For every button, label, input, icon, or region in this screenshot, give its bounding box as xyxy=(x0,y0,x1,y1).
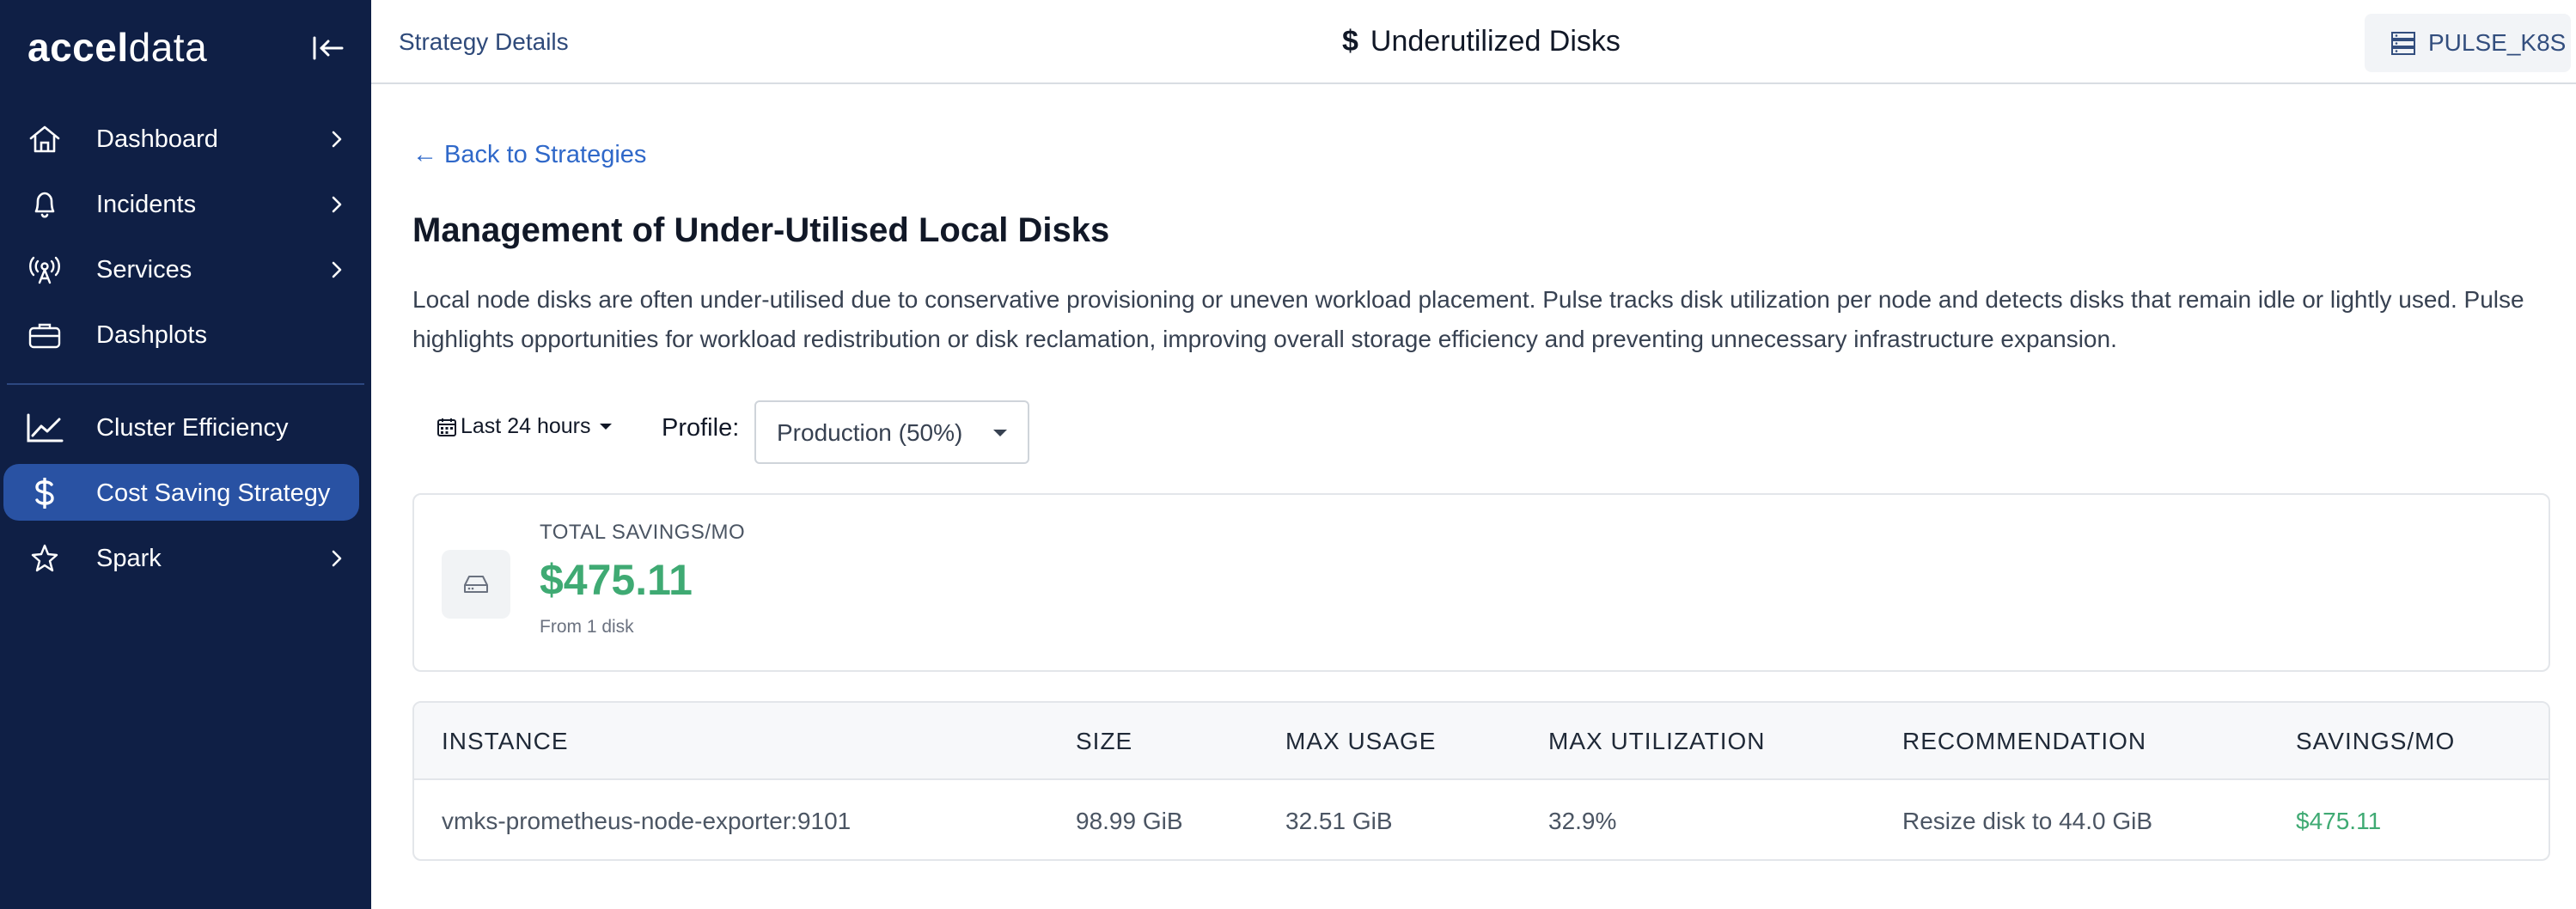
sidebar-item-spark[interactable]: Spark xyxy=(0,526,371,591)
disk-icon-box xyxy=(442,550,510,619)
profile-select[interactable]: Production (50%) xyxy=(754,400,1029,464)
sidebar-item-incidents[interactable]: Incidents xyxy=(0,172,371,237)
total-savings-card: TOTAL SAVINGS/MO $475.11 From 1 disk xyxy=(412,493,2550,672)
cluster-selector[interactable]: PULSE_K8S xyxy=(2365,14,2571,72)
top-header: Strategy Details $ Underutilized Disks PU… xyxy=(371,0,2576,84)
profile-select-value: Production (50%) xyxy=(777,419,963,446)
cell-savings: $475.11 xyxy=(2296,808,2382,834)
sidebar-item-services[interactable]: Services xyxy=(0,237,371,302)
column-header-size[interactable]: SIZE xyxy=(1076,703,1132,780)
cell-recommendation: Resize disk to 44.0 GiB xyxy=(1902,808,2153,834)
sidebar-item-label: Dashplots xyxy=(96,321,207,349)
time-range-dropdown[interactable]: Last 24 hours xyxy=(436,414,612,448)
sidebar-item-label: Services xyxy=(96,256,192,284)
sidebar-item-label: Incidents xyxy=(96,191,197,218)
sidebar-item-cluster-efficiency[interactable]: Cluster Efficiency xyxy=(0,395,371,461)
column-header-instance[interactable]: INSTANCE xyxy=(442,703,569,780)
disks-table: INSTANCE SIZE MAX USAGE MAX UTILIZATION … xyxy=(412,701,2550,861)
sidebar-item-label: Cluster Efficiency xyxy=(96,414,289,442)
column-header-savings[interactable]: SAVINGS/MO xyxy=(2296,703,2455,780)
time-range-label: Last 24 hours xyxy=(461,414,591,438)
chevron-right-icon xyxy=(332,131,342,148)
cell-instance: vmks-prometheus-node-exporter:9101 xyxy=(442,808,852,834)
antenna-icon xyxy=(29,256,60,284)
spark-icon xyxy=(31,544,58,572)
chevron-right-icon xyxy=(332,196,342,213)
trend-chart-icon xyxy=(27,413,64,442)
cell-max-usage: 32.51 GiB xyxy=(1285,808,1393,834)
back-to-strategies-link[interactable]: ← Back to Strategies xyxy=(412,141,646,169)
sidebar-nav: Dashboard Incidents Services Dashplots C… xyxy=(0,107,371,591)
sidebar-item-dashplots[interactable]: Dashplots xyxy=(0,302,371,368)
briefcase-icon xyxy=(28,323,61,349)
collapse-sidebar-button[interactable] xyxy=(309,33,347,64)
chevron-right-icon xyxy=(332,261,342,278)
cell-size: 98.99 GiB xyxy=(1076,808,1183,834)
total-savings-subtext: From 1 disk xyxy=(540,617,634,637)
page-title: Management of Under-Utilised Local Disks xyxy=(412,211,1110,249)
acceldata-logo[interactable]: acceldata xyxy=(27,22,207,72)
sidebar-item-label: Cost Saving Strategy xyxy=(96,479,331,507)
caret-down-icon xyxy=(993,430,1007,436)
page-description: Local node disks are often under-utilise… xyxy=(412,286,2524,352)
column-header-recommendation[interactable]: RECOMMENDATION xyxy=(1902,703,2146,780)
column-header-max-utilization[interactable]: MAX UTILIZATION xyxy=(1548,703,1766,780)
cluster-name: PULSE_K8S xyxy=(2428,29,2567,56)
sidebar-item-dashboard[interactable]: Dashboard xyxy=(0,107,371,172)
total-savings-value: $475.11 xyxy=(540,556,693,604)
column-header-max-usage[interactable]: MAX USAGE xyxy=(1285,703,1436,780)
cell-max-utilization: 32.9% xyxy=(1548,808,1617,834)
header-title-text: Underutilized Disks xyxy=(1370,25,1621,58)
sidebar-item-label: Spark xyxy=(96,545,162,572)
total-savings-label: TOTAL SAVINGS/MO xyxy=(540,521,746,544)
sidebar: acceldata Dashboard Incidents Services D… xyxy=(0,0,371,909)
breadcrumb[interactable]: Strategy Details xyxy=(399,0,569,84)
dollar-icon: $ xyxy=(1342,25,1358,58)
server-icon xyxy=(2391,32,2415,55)
calendar-icon xyxy=(437,418,456,436)
page-header-title: $ Underutilized Disks xyxy=(1342,0,1621,82)
caret-down-icon xyxy=(599,424,612,430)
nav-divider xyxy=(7,383,364,385)
profile-label: Profile: xyxy=(662,414,740,442)
collapse-left-icon xyxy=(313,36,344,60)
table-header: INSTANCE SIZE MAX USAGE MAX UTILIZATION … xyxy=(414,703,2549,780)
hard-drive-icon xyxy=(464,576,488,593)
sidebar-item-label: Dashboard xyxy=(96,125,218,153)
chevron-right-icon xyxy=(332,550,342,567)
main-content: ← Back to Strategies Management of Under… xyxy=(371,84,2576,909)
bell-icon xyxy=(34,192,55,218)
home-icon xyxy=(29,125,60,153)
dollar-icon xyxy=(35,478,54,509)
table-row[interactable]: vmks-prometheus-node-exporter:9101 98.99… xyxy=(414,782,2549,859)
logo-row: acceldata xyxy=(0,0,371,95)
sidebar-item-cost-saving-strategy[interactable]: Cost Saving Strategy xyxy=(0,461,371,526)
